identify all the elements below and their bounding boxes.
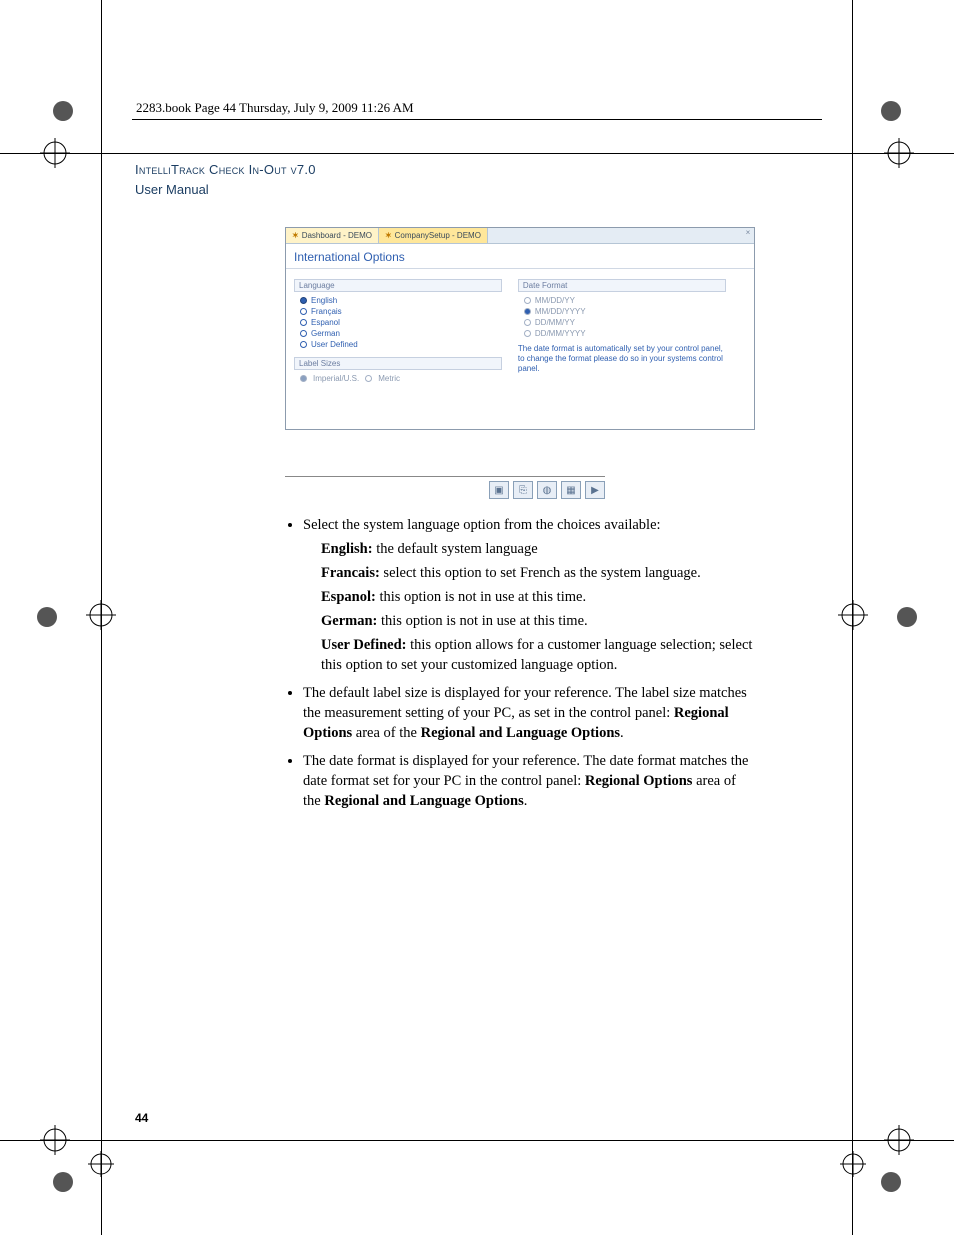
tab-label: Dashboard - DEMO <box>302 231 372 240</box>
radio-unselected-icon <box>300 319 307 326</box>
radio-label: Espanol <box>311 318 340 327</box>
document-subtitle: User Manual <box>135 180 755 200</box>
radio-label: User Defined <box>311 340 358 349</box>
bullet-language: Select the system language option from t… <box>303 515 755 675</box>
fiducial-dot-icon <box>880 100 902 122</box>
bullet-dateformat: The date format is displayed for your re… <box>303 751 755 811</box>
panel-title: International Options <box>286 244 754 268</box>
radio-ddmmyy[interactable]: DD/MM/YY <box>524 318 726 327</box>
bullet-labelsize: The default label size is displayed for … <box>303 683 755 743</box>
fiducial-dot-icon <box>880 1171 902 1193</box>
radio-label: MM/DD/YY <box>535 296 575 305</box>
toolbar-iconstrip: ▣ ⎘ ◍ ▦ ▶ <box>285 476 605 499</box>
fiducial-dot-icon <box>896 606 918 628</box>
crop-rule-left <box>101 0 102 1235</box>
radio-selected-icon <box>300 297 307 304</box>
radio-unselected-icon <box>365 375 372 382</box>
radio-mmddyyyy[interactable]: MM/DD/YYYY <box>524 307 726 316</box>
globe-icon[interactable]: ◍ <box>537 481 557 499</box>
clone-icon[interactable]: ⎘ <box>513 481 533 499</box>
radio-unselected-icon <box>524 319 531 326</box>
crop-rule-top <box>0 153 954 154</box>
radio-label: DD/MM/YYYY <box>535 329 586 338</box>
print-header-text: 2283.book Page 44 Thursday, July 9, 2009… <box>136 100 414 116</box>
language-group-label: Language <box>294 279 502 292</box>
play-icon[interactable]: ▶ <box>585 481 605 499</box>
screenshot-tabbar: ✶Dashboard - DEMO ✶CompanySetup - DEMO × <box>286 228 754 244</box>
radio-label: DD/MM/YY <box>535 318 575 327</box>
language-radios: English Français Espanol German User Def… <box>294 296 502 349</box>
panel-divider <box>286 268 754 269</box>
dateformat-group-label: Date Format <box>518 279 726 292</box>
print-header-rule <box>132 119 822 120</box>
page-number: 44 <box>135 1111 148 1125</box>
instruction-list: Select the system language option from t… <box>285 515 755 811</box>
radio-francais[interactable]: Français <box>300 307 502 316</box>
document-title-block: IntelliTrack Check In-Out v7.0 User Manu… <box>135 160 755 199</box>
window-close-icon[interactable]: × <box>742 228 754 243</box>
radio-unselected-icon <box>300 330 307 337</box>
radio-label: English <box>311 296 337 305</box>
radio-label: Français <box>311 307 342 316</box>
radio-german[interactable]: German <box>300 329 502 338</box>
panel-body: Language English Français Espanol German… <box>286 273 754 429</box>
right-column: Date Format MM/DD/YY MM/DD/YYYY DD/MM/YY… <box>518 279 726 419</box>
radio-selected-icon <box>300 375 307 382</box>
registration-mark-icon <box>840 1151 866 1177</box>
tab-close-icon: ✶ <box>292 231 299 240</box>
tab-close-icon: ✶ <box>385 231 392 240</box>
radio-unselected-icon <box>524 297 531 304</box>
grid-icon[interactable]: ▦ <box>561 481 581 499</box>
radio-imperial[interactable]: Imperial/U.S. <box>313 374 359 383</box>
radio-espanol[interactable]: Espanol <box>300 318 502 327</box>
save-icon[interactable]: ▣ <box>489 481 509 499</box>
embedded-screenshot: ✶Dashboard - DEMO ✶CompanySetup - DEMO ×… <box>285 227 755 430</box>
fiducial-dot-icon <box>36 606 58 628</box>
left-column: Language English Français Espanol German… <box>294 279 502 419</box>
page: 2283.book Page 44 Thursday, July 9, 2009… <box>0 0 954 1235</box>
labelsizes-group-label: Label Sizes <box>294 357 502 370</box>
crop-rule-right <box>852 0 853 1235</box>
tab-dashboard[interactable]: ✶Dashboard - DEMO <box>286 228 379 243</box>
radio-selected-icon <box>524 308 531 315</box>
content-area: IntelliTrack Check In-Out v7.0 User Manu… <box>135 160 755 819</box>
radio-metric[interactable]: Metric <box>378 374 400 383</box>
registration-mark-icon <box>838 600 868 630</box>
radio-userdefined[interactable]: User Defined <box>300 340 502 349</box>
tab-label: CompanySetup - DEMO <box>395 231 481 240</box>
radio-english[interactable]: English <box>300 296 502 305</box>
fiducial-dot-icon <box>52 1171 74 1193</box>
product-title: IntelliTrack Check In-Out v7.0 <box>135 160 755 180</box>
radio-mmddyy[interactable]: MM/DD/YY <box>524 296 726 305</box>
tab-companysetup[interactable]: ✶CompanySetup - DEMO <box>379 228 488 243</box>
dateformat-radios: MM/DD/YY MM/DD/YYYY DD/MM/YY DD/MM/YYYY <box>518 296 726 338</box>
radio-label: MM/DD/YYYY <box>535 307 586 316</box>
radio-ddmmyyyy[interactable]: DD/MM/YYYY <box>524 329 726 338</box>
dateformat-note: The date format is automatically set by … <box>518 344 726 374</box>
radio-unselected-icon <box>524 330 531 337</box>
fiducial-dot-icon <box>52 100 74 122</box>
radio-unselected-icon <box>300 308 307 315</box>
radio-label: German <box>311 329 340 338</box>
crop-rule-bottom <box>0 1140 954 1141</box>
labelsizes-radios: Imperial/U.S. Metric <box>294 374 502 383</box>
radio-unselected-icon <box>300 341 307 348</box>
